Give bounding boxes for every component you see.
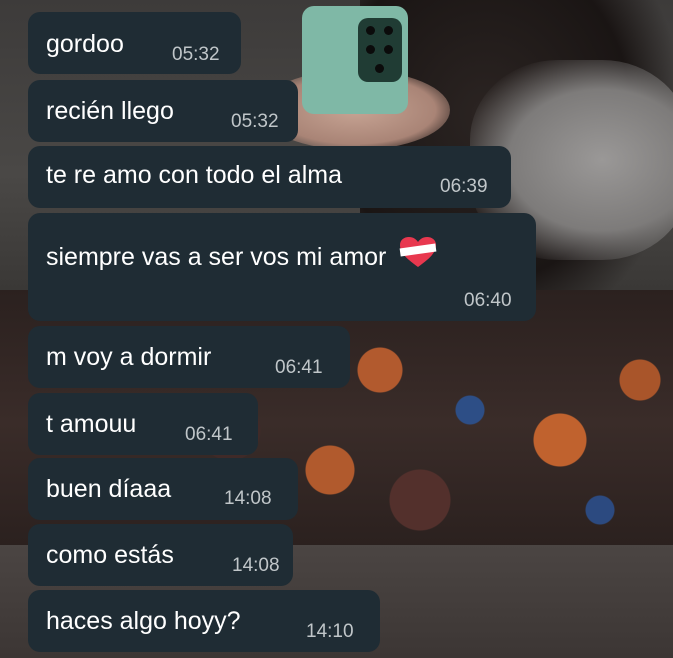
message-bubble[interactable]: t amouu 06:41 [28,393,258,455]
message-time: 14:10 [306,621,354,642]
message-bubble[interactable]: recién llego 05:32 [28,80,298,142]
message-text: buen díaaa [46,475,172,503]
message-text: como estás [46,541,174,569]
message-bubble[interactable]: haces algo hoyy? 14:10 [28,590,380,652]
message-time: 06:41 [275,357,323,378]
phone-camera-module [358,18,402,82]
message-time: 14:08 [224,488,272,509]
message-bubble[interactable]: te re amo con todo el alma 06:39 [28,146,511,208]
message-text: m voy a dormir [46,343,212,371]
message-time: 06:39 [440,176,488,197]
message-text-content: siempre vas a ser vos mi amor [46,243,387,271]
message-time: 06:40 [464,290,512,311]
message-time: 14:08 [232,555,280,576]
message-bubble[interactable]: siempre vas a ser vos mi amor 06:40 [28,213,536,321]
message-text: te re amo con todo el alma [46,161,342,189]
message-text: recién llego [46,97,174,125]
message-text: siempre vas a ser vos mi amor [46,235,439,272]
message-time: 05:32 [231,111,279,132]
message-time: 05:32 [172,44,220,65]
message-time: 06:41 [185,424,233,445]
message-text: gordoo [46,30,124,58]
message-bubble[interactable]: m voy a dormir 06:41 [28,326,350,388]
message-bubble[interactable]: como estás 14:08 [28,524,293,586]
message-bubble[interactable]: buen díaaa 14:08 [28,458,298,520]
message-bubble[interactable]: gordoo 05:32 [28,12,241,74]
mending-heart-icon [399,237,437,267]
message-text: t amouu [46,410,137,438]
message-text: haces algo hoyy? [46,607,241,635]
